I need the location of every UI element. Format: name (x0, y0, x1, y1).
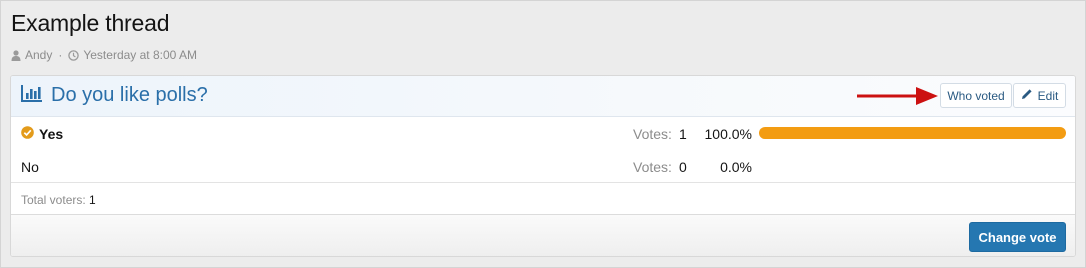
thread-container: Example thread Andy · Yesterday at 8:00 … (0, 0, 1086, 268)
page-title: Example thread (11, 10, 170, 36)
total-voters-label: Total voters: (21, 193, 86, 207)
who-voted-button[interactable]: Who voted (940, 83, 1012, 108)
edit-label: Edit (1037, 88, 1059, 103)
poll-header: Do you like polls? Who voted Edit (11, 76, 1075, 117)
pencil-icon (1021, 88, 1033, 103)
votes-count: 0 (679, 159, 687, 175)
poll-option: Yes (21, 126, 63, 142)
checkmark-icon (21, 126, 34, 142)
meta-separator: · (58, 48, 63, 62)
option-label: Yes (39, 126, 64, 142)
option-label: No (21, 159, 39, 175)
vote-percentage: 0.0% (720, 159, 752, 175)
change-vote-button[interactable]: Change vote (969, 222, 1066, 252)
edit-button[interactable]: Edit (1013, 83, 1066, 108)
who-voted-label: Who voted (947, 88, 1005, 103)
poll-block: Do you like polls? Who voted Edit Yes Vo… (10, 75, 1076, 257)
poll-result-row: Yes Votes: 1 100.0% (11, 117, 1075, 150)
bar-chart-icon (21, 84, 43, 107)
vote-bar-track (759, 127, 1066, 139)
red-arrow-annotation (856, 84, 940, 113)
poll-result-row: No Votes: 0 0.0% (11, 150, 1075, 183)
poll-question: Do you like polls? (51, 84, 208, 106)
total-voters-count: 1 (89, 193, 96, 207)
author-link[interactable]: Andy (25, 48, 52, 62)
total-voters: Total voters: 1 (21, 193, 96, 207)
clock-icon (68, 49, 80, 61)
votes-label: Votes: (633, 126, 672, 142)
user-icon (11, 49, 21, 61)
timestamp-link[interactable]: Yesterday at 8:00 AM (83, 48, 197, 62)
poll-footer: Change vote (11, 214, 1075, 256)
thread-meta: Andy · Yesterday at 8:00 AM (11, 48, 197, 62)
poll-title-wrap: Do you like polls? (21, 84, 208, 107)
vote-percentage: 100.0% (704, 126, 752, 142)
votes-count: 1 (679, 126, 687, 142)
poll-option: No (21, 159, 39, 175)
vote-bar-track (759, 160, 1066, 172)
vote-bar-fill (759, 127, 1066, 139)
votes-label: Votes: (633, 159, 672, 175)
